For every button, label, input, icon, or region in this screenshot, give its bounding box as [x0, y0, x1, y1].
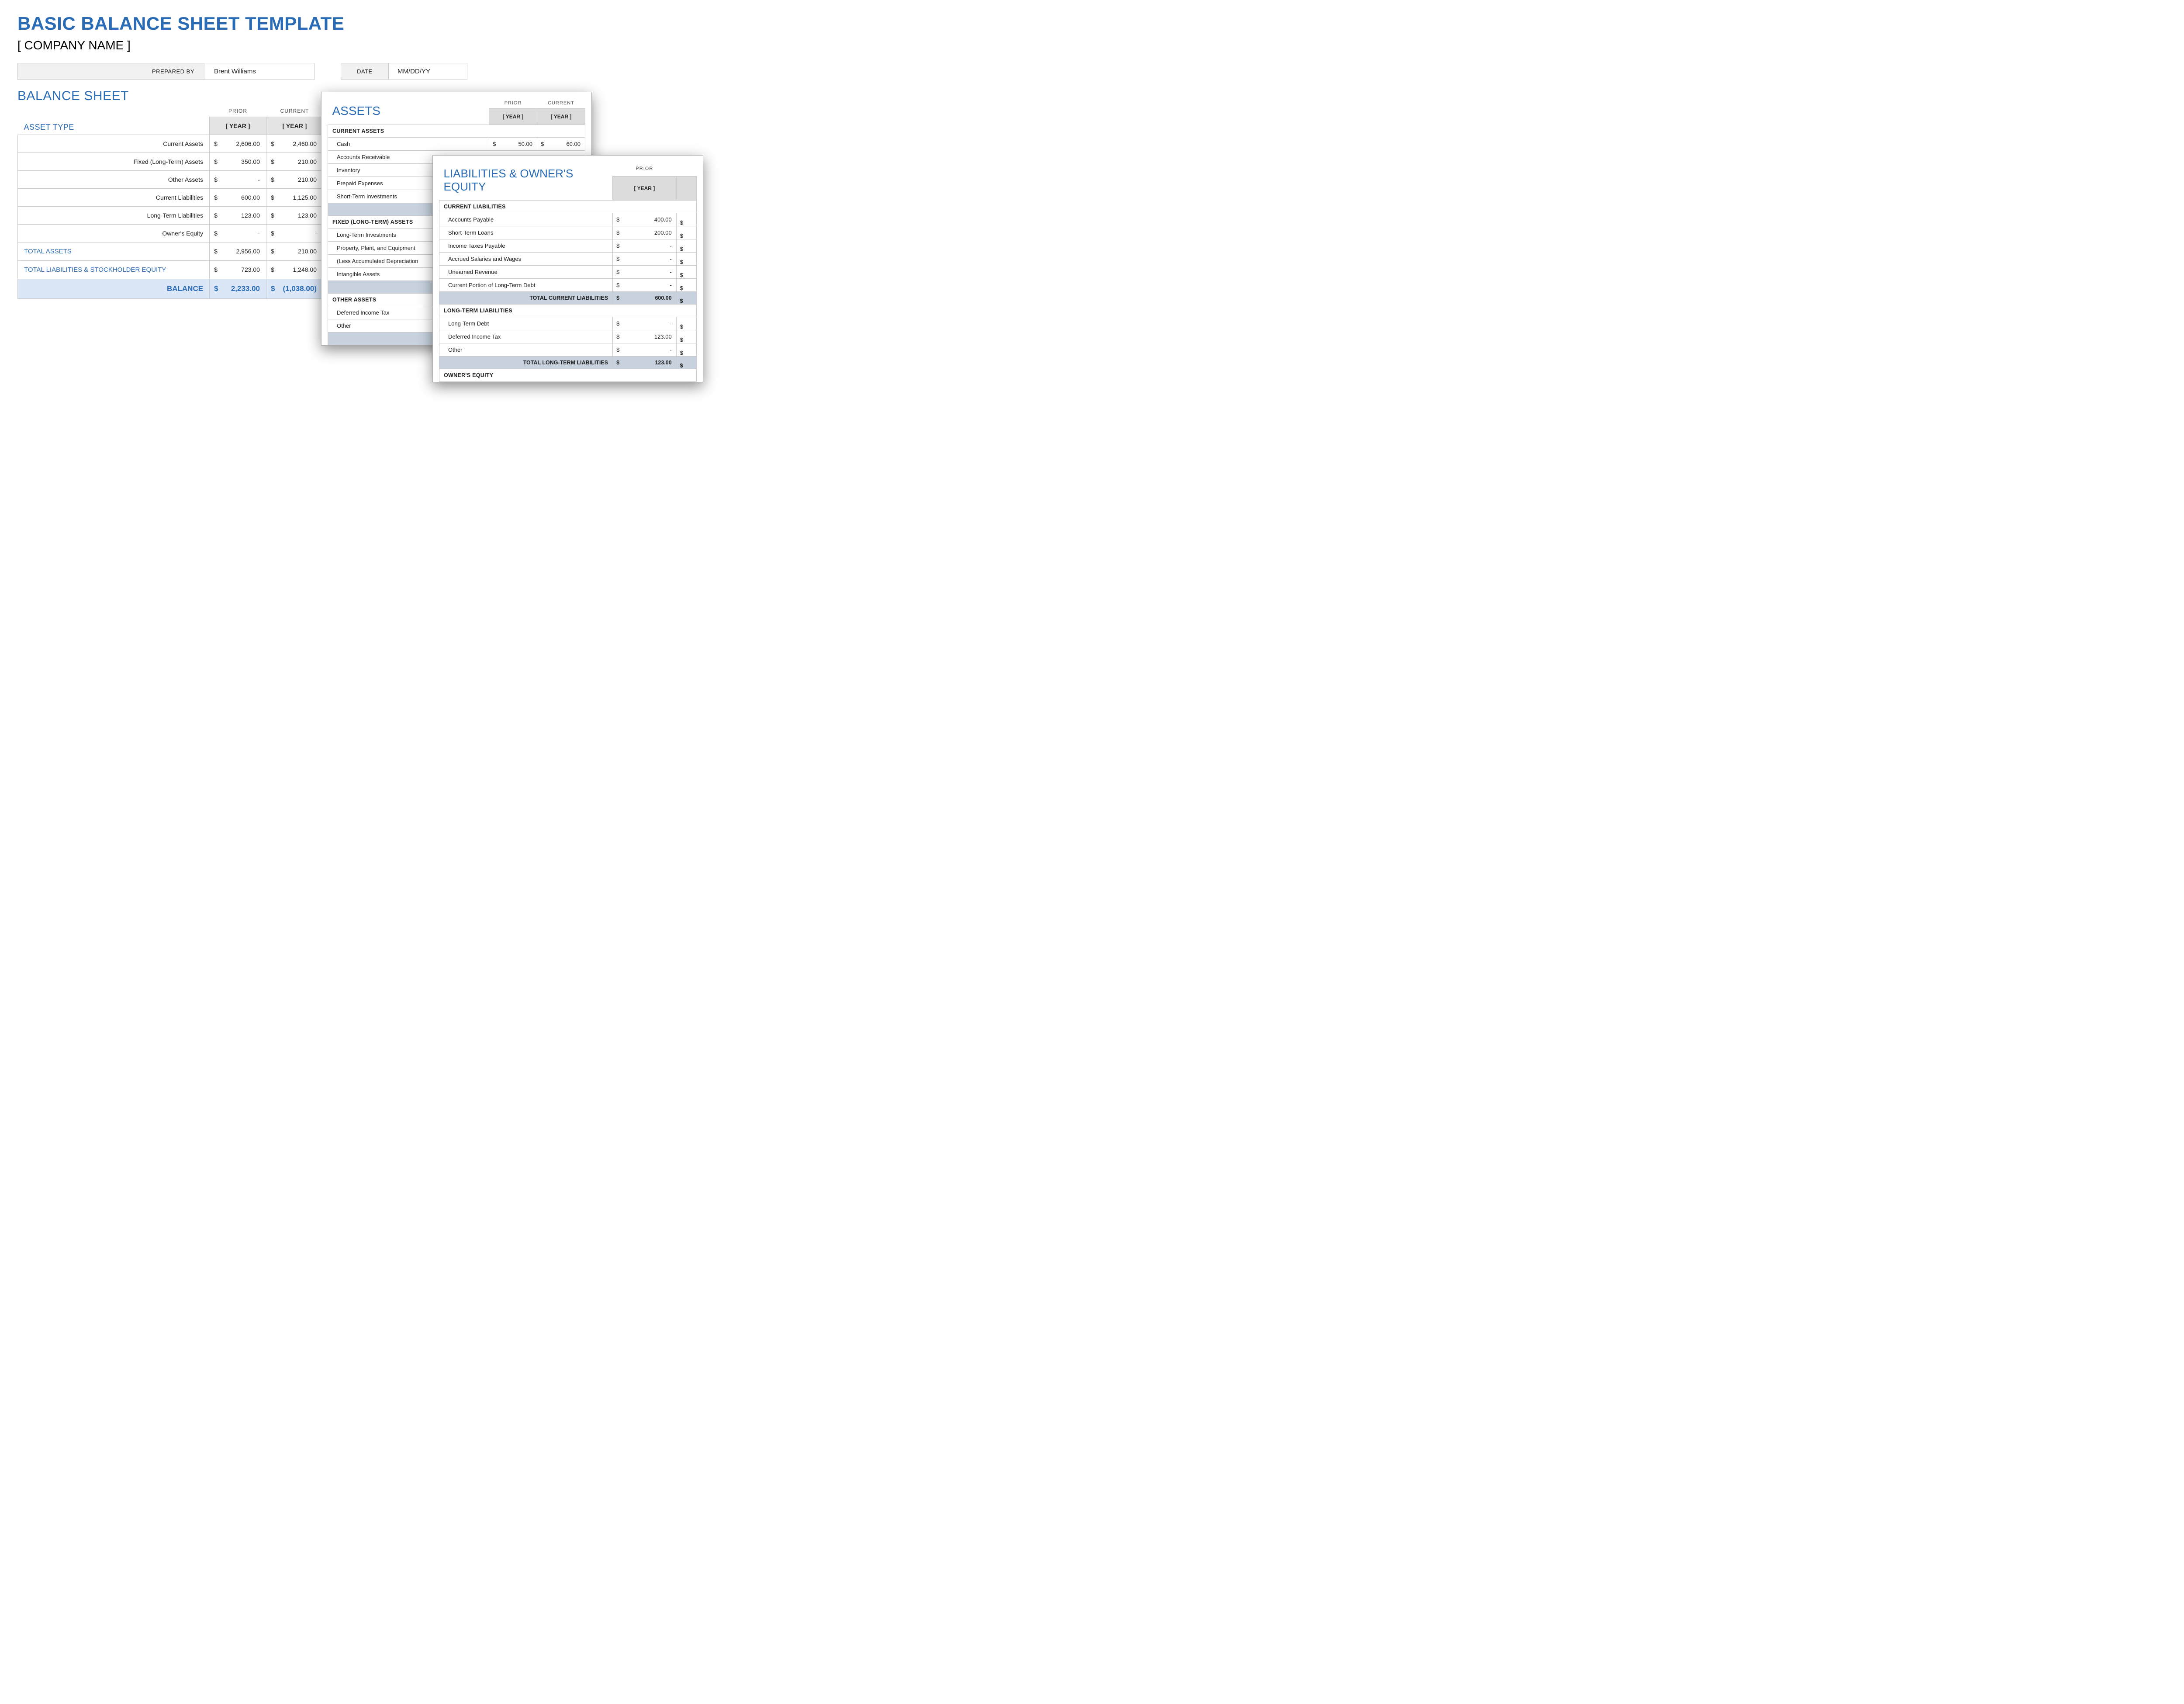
group-total-label: TOTAL LONG-TERM LIABILITIES [439, 356, 613, 369]
table-cell[interactable]: $2,460.00 [266, 135, 323, 152]
table-row-label: Long-Term Liabilities [18, 206, 210, 224]
table-cell[interactable]: $ [676, 226, 696, 239]
prepared-by-label: PREPARED BY [17, 63, 205, 80]
table-cell[interactable]: $- [210, 224, 266, 242]
current-year-cell[interactable]: [ YEAR ] [266, 117, 323, 135]
list-item: Unearned Revenue [439, 265, 613, 278]
table-cell[interactable]: $350.00 [210, 152, 266, 170]
group-total-value: $ [676, 356, 696, 369]
table-cell[interactable]: $400.00 [613, 213, 677, 226]
table-cell[interactable]: $123.00 [613, 330, 677, 343]
assets-panel-title: ASSETS [332, 104, 485, 118]
list-item: Cash [328, 138, 489, 151]
company-name[interactable]: [ COMPANY NAME ] [17, 38, 638, 52]
table-cell[interactable]: $ [676, 343, 696, 356]
liabilities-panel: LIABILITIES & OWNER'S EQUITY PRIOR [ YEA… [432, 155, 703, 382]
total-liab-equity-label: TOTAL LIABILITIES & STOCKHOLDER EQUITY [18, 260, 210, 279]
table-cell[interactable]: $123.00 [266, 206, 323, 224]
list-item: Accrued Salaries and Wages [439, 252, 613, 265]
balance-summary-table: PRIOR CURRENT ASSET TYPE [ YEAR ] [ YEAR… [17, 106, 323, 299]
liabilities-panel-title: LIABILITIES & OWNER'S EQUITY [444, 167, 608, 194]
table-cell[interactable]: $ [676, 317, 696, 330]
table-cell[interactable]: $- [613, 252, 677, 265]
list-item: Short-Term Loans [439, 226, 613, 239]
table-cell[interactable]: $210.00 [266, 152, 323, 170]
total-assets-prior: $2,956.00 [210, 242, 266, 260]
table-row-label: Current Liabilities [18, 188, 210, 206]
table-cell[interactable]: $- [613, 239, 677, 252]
group-total-value: $ [676, 291, 696, 304]
total-liab-equity-prior: $723.00 [210, 260, 266, 279]
col-prior-label: PRIOR [210, 106, 266, 117]
table-cell[interactable]: $ [676, 239, 696, 252]
group-total-value: $123.00 [613, 356, 677, 369]
table-cell[interactable]: $- [266, 224, 323, 242]
page-title: BASIC BALANCE SHEET TEMPLATE [17, 13, 638, 34]
group-total-value: $600.00 [613, 291, 677, 304]
table-cell[interactable]: $ [676, 265, 696, 278]
asset-type-label: ASSET TYPE [24, 123, 204, 132]
prepared-by-block: PREPARED BY Brent Williams [17, 63, 314, 80]
balance-label: BALANCE [18, 279, 210, 298]
group-heading: LONG-TERM LIABILITIES [439, 304, 697, 317]
total-assets-current: $210.00 [266, 242, 323, 260]
table-row-label: Owner's Equity [18, 224, 210, 242]
table-cell[interactable]: $ [676, 330, 696, 343]
prepared-by-value[interactable]: Brent Williams [205, 63, 314, 80]
prior-year-cell[interactable]: [ YEAR ] [210, 117, 266, 135]
table-cell[interactable]: $2,606.00 [210, 135, 266, 152]
table-row-label: Fixed (Long-Term) Assets [18, 152, 210, 170]
table-cell[interactable]: $ [676, 278, 696, 291]
table-row-label: Current Assets [18, 135, 210, 152]
table-cell[interactable]: $- [613, 278, 677, 291]
table-cell[interactable]: $- [613, 343, 677, 356]
balance-current: $(1,038.00) [266, 279, 323, 298]
total-assets-label: TOTAL ASSETS [18, 242, 210, 260]
date-value[interactable]: MM/DD/YY [389, 63, 467, 80]
table-cell[interactable]: $123.00 [210, 206, 266, 224]
table-cell[interactable]: $1,125.00 [266, 188, 323, 206]
date-label: DATE [341, 63, 389, 80]
col-current-label: CURRENT [266, 106, 323, 117]
group-heading: OWNER'S EQUITY [439, 369, 697, 381]
list-item: Other [439, 343, 613, 356]
list-item: Accounts Payable [439, 213, 613, 226]
table-row-label: Other Assets [18, 170, 210, 188]
table-cell[interactable]: $210.00 [266, 170, 323, 188]
list-item: Long-Term Debt [439, 317, 613, 330]
table-cell[interactable]: $- [613, 265, 677, 278]
balance-prior: $2,233.00 [210, 279, 266, 298]
table-cell[interactable]: $ [676, 252, 696, 265]
table-cell[interactable]: $60.00 [537, 138, 585, 151]
table-cell[interactable]: $- [210, 170, 266, 188]
group-heading: CURRENT LIABILITIES [439, 200, 697, 213]
list-item: Income Taxes Payable [439, 239, 613, 252]
group-heading: CURRENT ASSETS [328, 125, 585, 138]
table-cell[interactable]: $- [613, 317, 677, 330]
table-cell[interactable]: $200.00 [613, 226, 677, 239]
table-cell[interactable]: $ [676, 213, 696, 226]
list-item: Current Portion of Long-Term Debt [439, 278, 613, 291]
date-block: DATE MM/DD/YY [341, 63, 467, 80]
group-total-label: TOTAL CURRENT LIABILITIES [439, 291, 613, 304]
table-cell[interactable]: $600.00 [210, 188, 266, 206]
list-item: Deferred Income Tax [439, 330, 613, 343]
total-liab-equity-current: $1,248.00 [266, 260, 323, 279]
table-cell[interactable]: $50.00 [489, 138, 537, 151]
